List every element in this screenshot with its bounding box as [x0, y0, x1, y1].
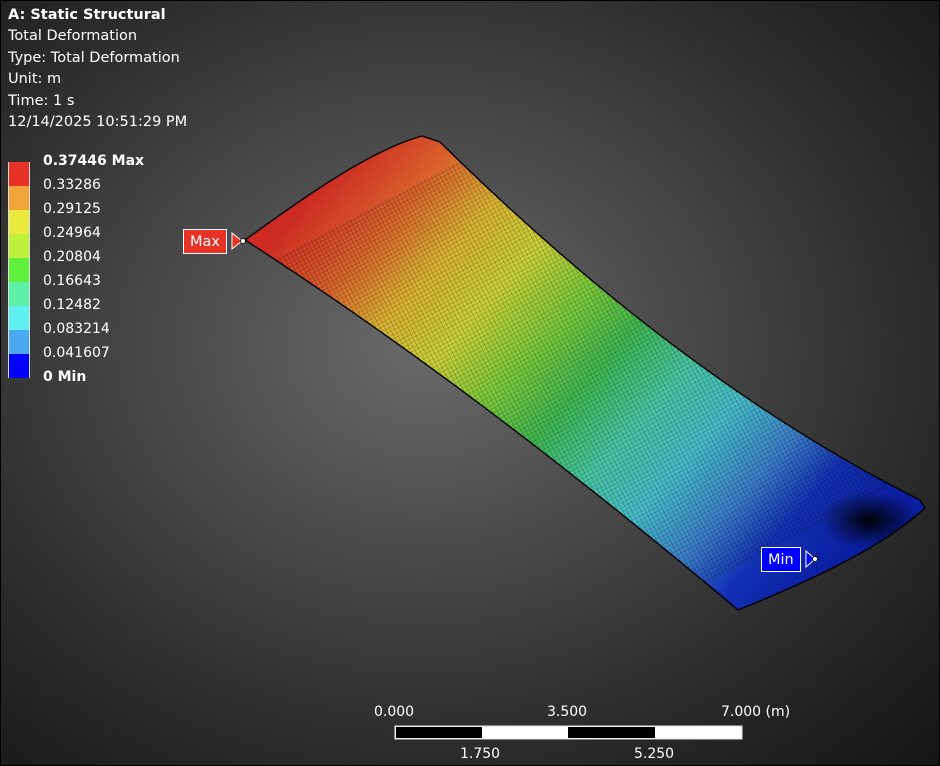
- result-unit: Unit: m: [8, 71, 62, 88]
- scale-bar: [394, 725, 743, 740]
- legend-value: 0.16643: [43, 273, 101, 289]
- legend-swatch-9: [8, 354, 30, 378]
- legend-value: 0.083214: [43, 321, 110, 337]
- scale-label-top: 0.000: [374, 704, 415, 720]
- legend-swatch-7: [8, 306, 30, 330]
- max-probe-label[interactable]: Max: [183, 229, 227, 254]
- result-info-panel: A: Static Structural Total Deformation T…: [8, 5, 187, 133]
- analysis-title: A: Static Structural: [8, 7, 166, 23]
- legend-swatch-8: [8, 330, 30, 354]
- result-type: Type: Total Deformation: [8, 49, 180, 66]
- legend-max-label: 0.37446 Max: [43, 153, 145, 169]
- scale-label-bottom: 1.750: [460, 746, 501, 762]
- legend-value: 0.33286: [43, 177, 101, 193]
- legend-swatch-2: [8, 186, 30, 210]
- result-time: Time: 1 s: [8, 92, 75, 109]
- legend-swatch-4: [8, 234, 30, 258]
- result-name: Total Deformation: [8, 28, 138, 45]
- min-probe-label[interactable]: Min: [761, 547, 801, 572]
- scale-label-top: 7.000 (m): [721, 704, 791, 720]
- max-probe-point: [240, 238, 246, 244]
- legend-min-label: 0 Min: [43, 369, 87, 385]
- legend-swatch-1: [8, 162, 30, 186]
- min-probe-point: [812, 556, 818, 562]
- legend-value: 0.041607: [43, 345, 110, 361]
- legend-swatch-5: [8, 258, 30, 282]
- scale-label-top: 3.500: [547, 704, 588, 720]
- wing-surface[interactable]: [162, 0, 940, 752]
- legend-value: 0.24964: [43, 225, 101, 241]
- result-timestamp: 12/14/2025 10:51:29 PM: [8, 114, 188, 131]
- legend-value: 0.20804: [43, 249, 101, 265]
- scale-label-bottom: 5.250: [634, 746, 675, 762]
- legend-value: 0.29125: [43, 201, 101, 217]
- legend-value: 0.12482: [43, 297, 101, 313]
- legend-swatch-6: [8, 282, 30, 306]
- legend-swatch-3: [8, 210, 30, 234]
